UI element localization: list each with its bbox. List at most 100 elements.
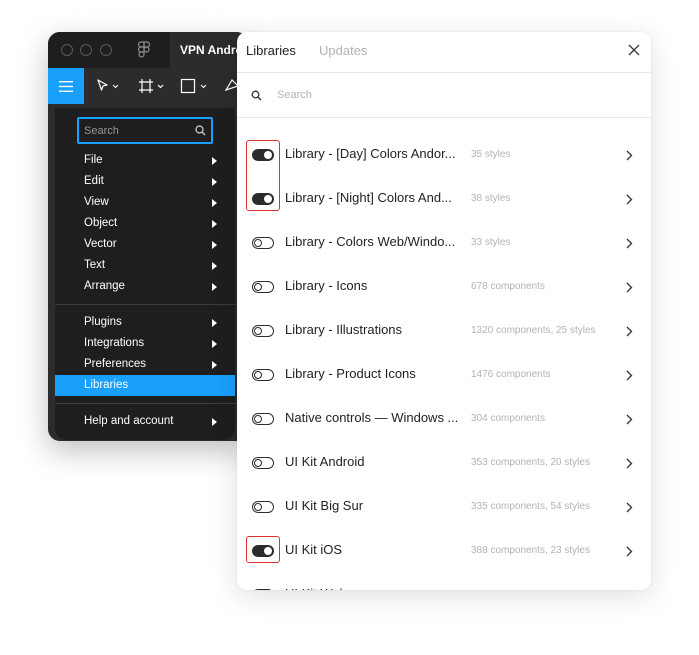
menu-item-plugins[interactable]: Plugins — [55, 312, 235, 333]
menu-item-preferences[interactable]: Preferences — [55, 354, 235, 375]
rectangle-icon — [180, 78, 207, 94]
library-row[interactable]: UI Kit iOS 388 components, 23 styles — [237, 529, 651, 573]
library-toggle[interactable] — [252, 413, 274, 425]
menu-item-libraries[interactable]: Libraries — [55, 375, 235, 396]
library-meta: 33 styles — [471, 237, 511, 248]
menu-item-label: Plugins — [84, 316, 122, 328]
window-zoom-dot[interactable] — [100, 44, 112, 56]
menu-item-arrange[interactable]: Arrange — [55, 276, 235, 297]
hamburger-icon — [59, 80, 73, 92]
submenu-arrow-icon — [212, 178, 217, 186]
library-name: Library - Colors Web/Windo... — [285, 234, 456, 249]
chevron-right-icon[interactable] — [626, 546, 633, 557]
library-toggle[interactable] — [252, 369, 274, 381]
menu-item-object[interactable]: Object — [55, 213, 235, 234]
library-toggle[interactable] — [252, 589, 274, 590]
close-icon[interactable] — [627, 43, 641, 57]
submenu-arrow-icon — [212, 199, 217, 207]
chevron-right-icon[interactable] — [626, 326, 633, 337]
chevron-right-icon[interactable] — [626, 150, 633, 161]
library-toggle[interactable] — [252, 325, 274, 337]
libraries-header: Libraries Updates — [237, 32, 651, 73]
menu-item-vector[interactable]: Vector — [55, 234, 235, 255]
shape-tool[interactable] — [180, 68, 210, 104]
menu-item-text[interactable]: Text — [55, 255, 235, 276]
menu-item-label: View — [84, 196, 109, 208]
library-meta: 251 components, 105 styles — [471, 589, 596, 590]
submenu-arrow-icon — [212, 319, 217, 327]
submenu-arrow-icon — [212, 220, 217, 228]
menu-item-edit[interactable]: Edit — [55, 171, 235, 192]
chevron-right-icon[interactable] — [626, 194, 633, 205]
move-tool[interactable] — [96, 68, 120, 104]
library-row[interactable]: Library - Icons 678 components — [237, 265, 651, 309]
main-menu-button[interactable] — [48, 68, 84, 104]
menu-item-help-and-account[interactable]: Help and account — [55, 411, 235, 432]
library-name: Library - Illustrations — [285, 322, 403, 337]
submenu-arrow-icon — [212, 361, 217, 369]
library-row[interactable]: Library - Colors Web/Windo... 33 styles — [237, 221, 651, 265]
chevron-right-icon[interactable] — [626, 238, 633, 249]
library-row[interactable]: UI Kit Web 251 components, 105 styles — [237, 573, 651, 590]
library-row[interactable]: Library - Illustrations 1320 components, … — [237, 309, 651, 353]
library-meta: 1476 components — [471, 369, 551, 380]
search-icon — [251, 90, 262, 101]
library-row[interactable]: Native controls — Windows ... 304 compone… — [237, 397, 651, 441]
frame-tool[interactable] — [138, 68, 166, 104]
main-menu-dropdown: File Edit View Object Vector Text Arrang… — [55, 108, 235, 440]
library-row[interactable]: UI Kit Big Sur 335 components, 54 styles — [237, 485, 651, 529]
toolbar — [48, 68, 248, 104]
menu-item-label: Edit — [84, 175, 104, 187]
chevron-right-icon[interactable] — [626, 502, 633, 513]
submenu-arrow-icon — [212, 157, 217, 165]
libraries-search-input[interactable] — [277, 86, 617, 104]
library-meta: 335 components, 54 styles — [471, 501, 590, 512]
cursor-icon — [97, 79, 119, 91]
toggle-knob — [254, 415, 262, 423]
window-minimize-dot[interactable] — [80, 44, 92, 56]
highlight-box — [246, 536, 280, 563]
library-toggle[interactable] — [252, 281, 274, 293]
title-bar: VPN Andro — [48, 32, 248, 68]
menu-item-label: Preferences — [84, 358, 147, 370]
menu-item-label: File — [84, 154, 103, 166]
menu-item-integrations[interactable]: Integrations — [55, 333, 235, 354]
menu-item-view[interactable]: View — [55, 192, 235, 213]
library-row[interactable]: UI Kit Android 353 components, 20 styles — [237, 441, 651, 485]
library-name: Native controls — Windows ... — [285, 410, 459, 425]
library-meta: 1320 components, 25 styles — [471, 325, 596, 336]
toggle-knob — [254, 503, 262, 511]
library-toggle[interactable] — [252, 457, 274, 469]
library-name: Library - [Day] Colors Andor... — [285, 146, 456, 161]
figma-logo-icon[interactable] — [138, 41, 150, 59]
menu-item-label: Integrations — [84, 337, 145, 349]
search-icon — [195, 125, 206, 136]
submenu-arrow-icon — [212, 283, 217, 291]
menu-search-field[interactable] — [77, 117, 213, 144]
toggle-knob — [254, 327, 262, 335]
library-row[interactable]: Library - [Day] Colors Andor... 35 styles — [237, 133, 651, 177]
libraries-panel: Libraries Updates Library - [Day] Colors… — [237, 32, 651, 590]
menu-item-label: Object — [84, 217, 118, 229]
frame-icon — [139, 79, 164, 93]
chevron-right-icon[interactable] — [626, 370, 633, 381]
chevron-right-icon[interactable] — [626, 282, 633, 293]
tab-updates[interactable]: Updates — [319, 43, 367, 58]
library-name: Library - Icons — [285, 278, 368, 293]
library-name: UI Kit Android — [285, 454, 365, 469]
library-row[interactable]: Library - Product Icons 1476 components — [237, 353, 651, 397]
chevron-right-icon[interactable] — [626, 414, 633, 425]
menu-search-input[interactable] — [84, 122, 188, 139]
library-row[interactable]: Library - [Night] Colors And... 38 styles — [237, 177, 651, 221]
library-name: UI Kit iOS — [285, 542, 343, 557]
library-toggle[interactable] — [252, 501, 274, 513]
window-close-dot[interactable] — [61, 44, 73, 56]
library-name: Library - Product Icons — [285, 366, 416, 381]
tab-libraries[interactable]: Libraries — [246, 43, 296, 58]
menu-item-label: Libraries — [84, 379, 129, 391]
menu-item-file[interactable]: File — [55, 150, 235, 171]
library-name: UI Kit Web — [285, 586, 465, 590]
chevron-right-icon[interactable] — [626, 458, 633, 469]
menu-item-label: Arrange — [84, 280, 125, 292]
library-toggle[interactable] — [252, 237, 274, 249]
